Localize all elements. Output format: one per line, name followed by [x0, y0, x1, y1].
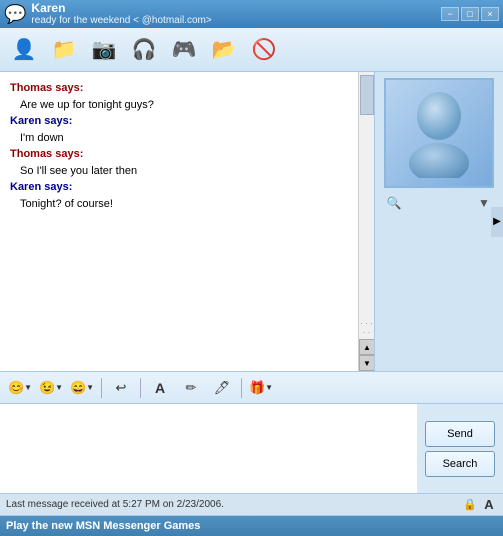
- pen-button[interactable]: ✏: [177, 376, 205, 400]
- format-separator-2: [140, 378, 141, 398]
- voice-icon: 🎧: [132, 40, 157, 60]
- bottom-bar: Play the new MSN Messenger Games: [0, 516, 503, 536]
- message-row: Tonight? of course!: [20, 196, 348, 213]
- message-row: Thomas says:: [10, 146, 348, 163]
- message-row: Thomas says:: [10, 80, 348, 97]
- send-button[interactable]: Send: [425, 421, 495, 447]
- chat-panel: Thomas says: Are we up for tonight guys?…: [0, 72, 375, 371]
- emoticon-button[interactable]: 😄▼: [68, 376, 96, 400]
- message-input-wrapper: [0, 404, 417, 493]
- chat-scrollbar[interactable]: · · · · · ▲ ▼: [358, 72, 374, 371]
- gift-button[interactable]: 🎁▼: [247, 376, 275, 400]
- format-bar: 😊▼ 😉▼ 😄▼ ↩ A ✏ 🖊 🎁▼: [0, 372, 503, 404]
- message-row: I'm down: [20, 130, 348, 147]
- font-button[interactable]: A: [146, 376, 174, 400]
- add-contact-button[interactable]: 👤: [6, 32, 42, 68]
- format-separator-3: [241, 378, 242, 398]
- send-file-icon: 📁: [52, 40, 77, 60]
- minimize-button[interactable]: −: [441, 7, 459, 21]
- share-button[interactable]: 📂: [206, 32, 242, 68]
- wink-button[interactable]: 😉▼: [37, 376, 65, 400]
- input-area: Send Search: [0, 404, 503, 494]
- block-button[interactable]: 🚫: [246, 32, 282, 68]
- message-row: Karen says:: [10, 179, 348, 196]
- search-button[interactable]: Search: [425, 451, 495, 477]
- close-button[interactable]: ×: [481, 7, 499, 21]
- scrollbar-thumb[interactable]: [360, 75, 374, 115]
- emoji-button[interactable]: 😊▼: [6, 376, 34, 400]
- webcam-button[interactable]: 📷: [86, 32, 122, 68]
- avatar-actions: 🔍 ▼: [381, 192, 497, 214]
- undo-button[interactable]: ↩: [107, 376, 135, 400]
- main-area: Thomas says: Are we up for tonight guys?…: [0, 72, 503, 372]
- contact-status: ready for the weekend < @hotmail.com>: [31, 15, 441, 27]
- webcam-icon: 📷: [92, 40, 117, 60]
- share-icon: 📂: [212, 40, 237, 60]
- app-icon: 💬: [4, 4, 26, 25]
- avatar-panel: 🔍 ▼: [375, 72, 503, 371]
- scroll-down-arrow[interactable]: ▼: [359, 355, 374, 371]
- scroll-dots: · · · · ·: [359, 317, 374, 339]
- message-row: Karen says:: [10, 113, 348, 130]
- bottom-bar-text: Play the new MSN Messenger Games: [6, 520, 200, 532]
- format-separator-1: [101, 378, 102, 398]
- contact-avatar: [384, 78, 494, 188]
- message-row: Are we up for tonight guys?: [20, 97, 348, 114]
- draw-button[interactable]: 🖊: [208, 376, 236, 400]
- avatar-search-button[interactable]: 🔍: [385, 194, 403, 212]
- toolbar: 👤 📁 📷 🎧 🎮 📂 🚫: [0, 28, 503, 72]
- status-bar: Last message received at 5:27 PM on 2/23…: [0, 494, 503, 516]
- voice-button[interactable]: 🎧: [126, 32, 162, 68]
- action-buttons: Send Search: [417, 404, 503, 493]
- add-contact-icon: 👤: [12, 40, 37, 60]
- games-icon: 🎮: [172, 40, 197, 60]
- panel-toggle-arrow[interactable]: ▶: [491, 207, 503, 237]
- scroll-up-arrow[interactable]: ▲: [359, 339, 374, 355]
- contact-name: Karen: [31, 1, 441, 15]
- send-file-button[interactable]: 📁: [46, 32, 82, 68]
- block-icon: 🚫: [252, 40, 277, 60]
- maximize-button[interactable]: □: [461, 7, 479, 21]
- chat-messages: Thomas says: Are we up for tonight guys?…: [0, 72, 358, 371]
- games-button[interactable]: 🎮: [166, 32, 202, 68]
- message-input[interactable]: [0, 404, 417, 493]
- title-bar: 💬 Karen ready for the weekend < @hotmail…: [0, 0, 503, 28]
- message-row: So I'll see you later then: [20, 163, 348, 180]
- scrollbar-arrows: · · · · · ▲ ▼: [359, 317, 374, 371]
- title-bar-text: Karen ready for the weekend < @hotmail.c…: [31, 1, 441, 27]
- avatar-image: [399, 88, 479, 178]
- window-controls: − □ ×: [441, 7, 499, 21]
